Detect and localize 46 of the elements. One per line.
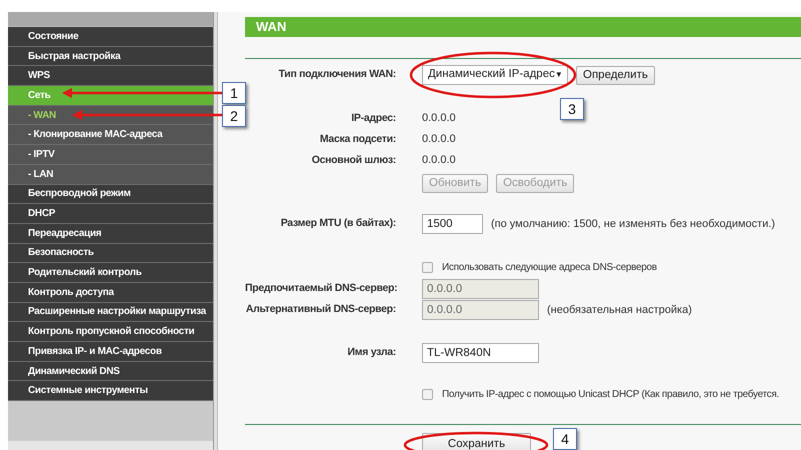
callout-number: 1: [222, 82, 246, 104]
field-value: 0.0.0.0: [422, 153, 456, 168]
sidebar-item[interactable]: Контроль пропускной способности: [8, 322, 213, 342]
sidebar-item[interactable]: WPS: [8, 66, 213, 86]
callout-number: 2: [222, 105, 246, 127]
sidebar-item[interactable]: Переадресация: [8, 224, 213, 244]
sidebar-item[interactable]: Безопасность: [8, 244, 213, 264]
sidebar-item[interactable]: - IPTV: [8, 145, 213, 165]
sidebar-item[interactable]: Состояние: [8, 27, 213, 47]
sidebar-item[interactable]: Беспроводной режим: [8, 184, 213, 204]
detect-button[interactable]: Определить: [576, 66, 655, 84]
mtu-field[interactable]: 1500: [422, 214, 483, 234]
field-label: Предпочитаемый DNS-сервер:: [245, 281, 396, 296]
sidebar-item[interactable]: Контроль доступа: [8, 282, 213, 303]
sidebar-item[interactable]: Расширенные настройки маршрутиза: [8, 302, 213, 322]
field-label: IP-адрес:: [350, 110, 396, 126]
field-value: 0.0.0.0: [422, 132, 456, 148]
field-label: Имя узла:: [346, 345, 396, 360]
sidebar-item[interactable]: Быстрая настройка: [8, 46, 213, 66]
sidebar-item[interactable]: DHCP: [8, 204, 213, 224]
sidebar-item[interactable]: - Клонирование MAC-адреса: [8, 125, 213, 146]
field-value: 0.0.0.0: [422, 111, 456, 126]
page-title: WAN: [245, 17, 801, 37]
field-label: Маска подсети:: [318, 132, 396, 147]
callout-number: 3: [560, 98, 584, 120]
checkbox[interactable]: [422, 262, 433, 272]
connection-type-select[interactable]: Динамический IP-адрес▼: [422, 65, 568, 85]
sidebar-item[interactable]: Динамический DNS: [8, 362, 213, 382]
caret-icon: ▼: [554, 69, 563, 81]
checkbox-label: Использовать следующие адреса DNS-серверов: [442, 260, 657, 274]
splitter[interactable]: [213, 12, 218, 450]
host-name-field[interactable]: TL-WR840N: [422, 343, 539, 363]
checkbox-label: Получить IP-адрес с помощью Unicast DHCP (Как правило, это не требуется.: [442, 388, 779, 402]
sidebar-item[interactable]: - LAN: [8, 164, 213, 184]
checkbox[interactable]: [422, 388, 433, 400]
sidebar-item[interactable]: Системные инструменты: [8, 381, 213, 402]
sidebar-item[interactable]: Родительский контроль: [8, 263, 213, 283]
field-label: Основной шлюз:: [310, 152, 396, 168]
field-label: Тип подключения WAN:: [278, 67, 396, 82]
horizontal-scrollbar[interactable]: [8, 440, 213, 450]
hint-text: (по умолчанию: 1500, не изменять без необходимости.): [491, 216, 776, 232]
field-label: Альтернативный DNS-сервер:: [245, 302, 396, 318]
hint-text: (необязательная настройка): [547, 302, 692, 318]
callout-number: 4: [553, 428, 577, 450]
field-label: Размер MTU (в байтах):: [280, 216, 396, 232]
sidebar-item[interactable]: Привязка IP- и MAC-адресов: [8, 342, 213, 362]
